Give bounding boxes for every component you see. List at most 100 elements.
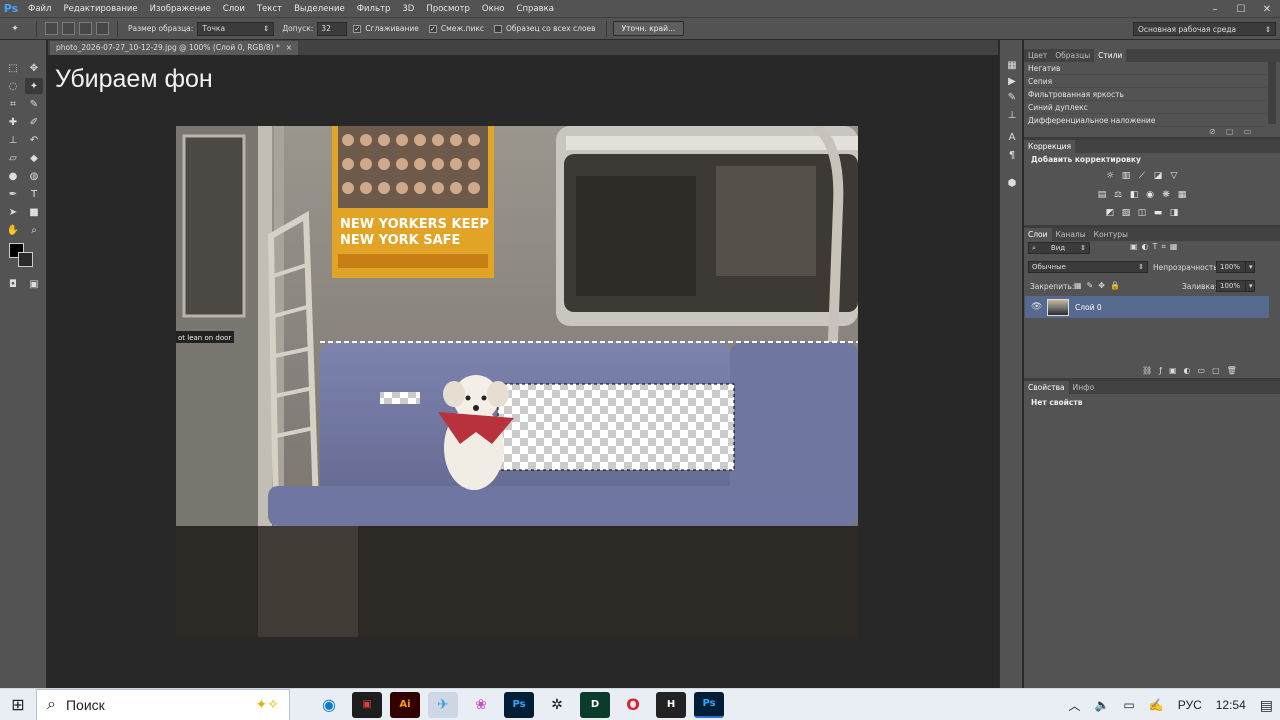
menu-layers[interactable]: Слои [217, 0, 251, 18]
layer-filter-select[interactable]: ⌕ Вид ⇕ [1028, 242, 1090, 254]
actions-icon[interactable]: ▶ [1005, 74, 1019, 88]
history-brush-tool-icon[interactable]: ↶ [25, 132, 43, 148]
display-icon[interactable]: ▭ [1116, 698, 1141, 712]
photo-filter-icon[interactable]: ◉ [1144, 189, 1156, 201]
gradient-map-icon[interactable]: ▬ [1152, 207, 1164, 219]
app-icon[interactable]: ▣ [352, 691, 382, 718]
tab-properties[interactable]: Свойства [1024, 381, 1069, 394]
crop-tool-icon[interactable]: ⌗ [4, 96, 22, 112]
tab-info[interactable]: Инфо [1069, 381, 1099, 394]
styles-scrollbar[interactable] [1268, 62, 1276, 124]
color-balance-icon[interactable]: ⚖ [1112, 189, 1124, 201]
close-button[interactable]: ✕ [1254, 0, 1280, 18]
speaker-icon[interactable]: 🔈 [1087, 698, 1116, 712]
tab-styles[interactable]: Стили [1094, 49, 1127, 62]
workspace-select[interactable]: Основная рабочая среда ⇕ [1133, 22, 1276, 36]
sample-size-select[interactable]: Точка ⇕ [197, 21, 275, 36]
tab-paths[interactable]: Контуры [1090, 228, 1132, 241]
document-tab[interactable]: photo_2026-07-27_10-12-29.jpg @ 100% (Сл… [50, 41, 299, 55]
photoshop-active-icon[interactable]: Ps [694, 691, 724, 718]
chevron-down-icon[interactable]: ▾ [1245, 261, 1255, 273]
refine-edge-button[interactable]: Уточн. край... [612, 21, 685, 36]
layer-name[interactable]: Слой 0 [1075, 303, 1102, 312]
hand-tool-icon[interactable]: ✋ [4, 222, 22, 238]
tab-swatches[interactable]: Образцы [1051, 49, 1094, 62]
black-white-icon[interactable]: ◧ [1128, 189, 1140, 201]
eraser-tool-icon[interactable]: ▱ [4, 150, 22, 166]
canvas-area[interactable]: Убираем фон ot lean on door NEW YORKERS … [48, 55, 998, 688]
menu-type[interactable]: Текст [251, 0, 288, 18]
threshold-icon[interactable]: ◫ [1136, 207, 1148, 219]
color-lookup-icon[interactable]: ▦ [1176, 189, 1188, 201]
styles-actions-icon[interactable]: ⊘ ▢ ▭ [1209, 127, 1251, 136]
layer-row[interactable]: 👁 Слой 0 [1025, 296, 1269, 318]
edge-icon[interactable]: ◉ [314, 692, 344, 718]
style-item[interactable]: Синий дуплекс [1026, 101, 1266, 114]
screen-mode-icon[interactable]: ▣ [25, 276, 43, 292]
blend-mode-select[interactable]: Обычные ⇕ [1028, 261, 1148, 273]
paragraph-icon[interactable]: ¶ [1005, 148, 1019, 162]
eye-icon[interactable]: 👁 [1031, 302, 1042, 312]
brush-tool-icon[interactable]: ✐ [25, 114, 43, 130]
type-tool-icon[interactable]: T [25, 186, 43, 202]
invert-icon[interactable]: ◩ [1104, 207, 1116, 219]
pen-icon[interactable]: ✍ [1142, 698, 1171, 712]
menu-select[interactable]: Выделение [288, 0, 351, 18]
app-icon[interactable]: ✲ [542, 692, 572, 718]
style-item[interactable]: Негатив [1026, 62, 1266, 75]
maximize-button[interactable]: ☐ [1228, 0, 1254, 18]
opacity-input[interactable]: 100% [1216, 261, 1246, 273]
move-tool-icon[interactable]: ✥ [25, 60, 43, 76]
style-item[interactable]: Дифференциальное наложение [1026, 114, 1266, 127]
paint-bucket-tool-icon[interactable]: ◆ [25, 150, 43, 166]
windows-start-icon[interactable]: ⊞ [0, 689, 36, 720]
clock[interactable]: 12:54 [1209, 698, 1253, 712]
hue-icon[interactable]: ▤ [1096, 189, 1108, 201]
brightness-icon[interactable]: ☼ [1104, 170, 1116, 182]
style-item[interactable]: Фильтрованная яркость [1026, 88, 1266, 101]
app-icon[interactable]: D [580, 691, 610, 718]
dodge-tool-icon[interactable]: ◍ [25, 168, 43, 184]
tab-color[interactable]: Цвет [1024, 49, 1051, 62]
telegram-icon[interactable]: ✈ [428, 691, 458, 718]
tab-channels[interactable]: Каналы [1052, 228, 1090, 241]
opera-icon[interactable]: O [618, 692, 648, 718]
menu-filter[interactable]: Фильтр [351, 0, 397, 18]
lock-icons[interactable]: ▦✎✥🔒 [1074, 281, 1125, 290]
chevron-down-icon[interactable]: ▾ [1245, 280, 1255, 292]
history-icon[interactable]: ▦ [1005, 58, 1019, 72]
3d-icon[interactable]: ⬢ [1005, 176, 1019, 190]
pen-tool-icon[interactable]: ✒ [4, 186, 22, 202]
language-indicator[interactable]: РУС [1171, 698, 1209, 712]
clone-stamp-tool-icon[interactable]: ⊥ [4, 132, 22, 148]
contiguous-checkbox[interactable]: ✓ [428, 24, 437, 33]
background-color-swatch[interactable] [18, 252, 33, 267]
minimize-button[interactable]: – [1202, 0, 1228, 18]
antialias-checkbox[interactable]: ✓ [353, 24, 362, 33]
layer-actions-icons[interactable]: ⛓ƒ▣◐▭▢🗑 [1142, 366, 1244, 375]
blur-tool-icon[interactable]: ● [4, 168, 22, 184]
vibrance-icon[interactable]: ▽ [1168, 170, 1180, 182]
character-icon[interactable]: A [1005, 130, 1019, 144]
eyedropper-tool-icon[interactable]: ✎ [25, 96, 43, 112]
menu-edit[interactable]: Редактирование [57, 0, 143, 18]
intersect-selection-icon[interactable] [96, 22, 109, 35]
tab-correction[interactable]: Коррекция [1024, 140, 1076, 153]
marquee-tool-icon[interactable]: ⬚ [4, 60, 22, 76]
fill-input[interactable]: 100% [1216, 280, 1246, 292]
style-item[interactable]: Сепия [1026, 75, 1266, 88]
add-selection-icon[interactable] [62, 22, 75, 35]
new-selection-icon[interactable] [45, 22, 58, 35]
posterize-icon[interactable]: ▨ [1120, 207, 1132, 219]
path-selection-tool-icon[interactable]: ➤ [4, 204, 22, 220]
tab-layers[interactable]: Слои [1024, 228, 1052, 241]
rectangle-tool-icon[interactable]: ■ [25, 204, 43, 220]
tolerance-input[interactable]: 32 [317, 21, 348, 36]
app-icon[interactable]: ❀ [466, 692, 496, 718]
illustrator-icon[interactable]: Ai [390, 691, 420, 718]
photo-canvas[interactable]: ot lean on door NEW YORKERS KEEP NEW YOR… [176, 126, 858, 637]
menu-view[interactable]: Просмотр [420, 0, 476, 18]
healing-tool-icon[interactable]: ✚ [4, 114, 22, 130]
magic-wand-tool-icon[interactable]: ✦ [25, 78, 43, 94]
menu-file[interactable]: Файл [22, 0, 57, 18]
